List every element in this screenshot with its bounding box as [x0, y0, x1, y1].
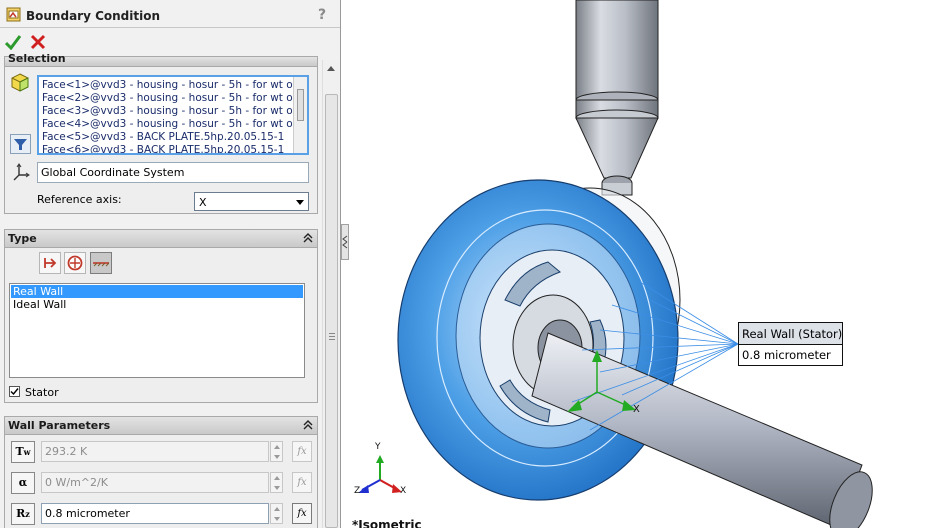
heat-transfer-coefficient-icon: α: [11, 472, 35, 494]
reference-axis-label: Reference axis:: [37, 193, 122, 206]
chevron-left-icon: [342, 235, 348, 249]
stator-checkbox[interactable]: [9, 386, 20, 397]
list-item-ideal-wall[interactable]: Ideal Wall: [13, 298, 66, 311]
collapse-icon[interactable]: [303, 420, 313, 430]
cancel-x-icon[interactable]: [30, 34, 46, 50]
list-item[interactable]: Face<3>@vvd3 - housing - hosur - 5h - fo…: [42, 105, 293, 118]
triad-x-label: X: [400, 486, 407, 496]
temperature-fx-button[interactable]: fx: [292, 441, 312, 462]
panel-collapse-handle[interactable]: [341, 224, 349, 260]
panel-title-bar: Boundary Condition ?: [0, 0, 340, 28]
list-item[interactable]: Face<2>@vvd3 - housing - hosur - 5h - fo…: [42, 92, 293, 105]
temperature-spinner[interactable]: [270, 441, 283, 462]
outlet-pipe: [575, 0, 659, 101]
filter-icon[interactable]: [10, 134, 31, 154]
graphics-viewport[interactable]: X Y X Z: [349, 0, 936, 528]
boundary-condition-callout[interactable]: Real Wall (Stator) 0.8 micrometer: [738, 322, 843, 366]
wall-temperature-field[interactable]: 293.2 K: [41, 441, 269, 462]
pipe-taper: [575, 117, 659, 179]
outlet-circle-icon: [67, 255, 83, 271]
type-group: Type Real Wall Ideal Wall Stator: [4, 229, 318, 403]
list-item[interactable]: Face<5>@vvd3 - BACK PLATE.5hp.20.05.15-1: [42, 131, 284, 144]
scrollbar-thumb[interactable]: [325, 94, 338, 528]
panel-scrollbar[interactable]: [322, 60, 339, 528]
triad-z-label: Z: [354, 486, 361, 496]
collapse-icon[interactable]: [303, 233, 313, 243]
coordinate-system-field[interactable]: Global Coordinate System: [37, 162, 309, 183]
roughness-spinner[interactable]: [270, 503, 283, 524]
reference-axis-select[interactable]: X: [194, 192, 309, 211]
triad-y-label: Y: [375, 442, 381, 452]
stator-label: Stator: [25, 386, 59, 399]
wall-temperature-icon: Tw: [11, 441, 35, 463]
wall-hatch-icon: [93, 262, 109, 267]
callout-value: 0.8 micrometer: [742, 348, 831, 362]
page-title: Boundary Condition: [26, 9, 161, 23]
heat-transfer-coefficient-field[interactable]: 0 W/m^2/K: [41, 472, 269, 493]
type-group-header[interactable]: Type: [5, 230, 317, 248]
list-item-real-wall[interactable]: Real Wall: [13, 285, 63, 298]
wall-type-button[interactable]: [39, 252, 61, 274]
roughness-fx-button[interactable]: fx: [292, 503, 312, 524]
selected-faces-list[interactable]: Face<1>@vvd3 - housing - hosur - 5h - fo…: [37, 75, 309, 155]
heat-transfer-spinner[interactable]: [270, 472, 283, 493]
wall-parameters-header[interactable]: Wall Parameters: [5, 417, 317, 435]
pump-model[interactable]: X: [349, 0, 936, 528]
selection-group: Selection Face<1>@vvd3 - housing - hosur…: [4, 52, 318, 214]
property-manager: Boundary Condition ? Selection Face<1>@v…: [0, 0, 341, 528]
view-orientation-name: *Isometric: [352, 518, 422, 528]
wall-parameters-group: Wall Parameters Tw 293.2 K fx α 0 W/m^2/…: [4, 416, 318, 528]
ok-checkmark-icon[interactable]: [5, 34, 21, 50]
help-icon[interactable]: ?: [318, 7, 326, 23]
chevron-down-icon: [296, 200, 304, 205]
inlet-arrow-icon: [44, 258, 57, 268]
face-selection-cube-icon: [11, 73, 29, 92]
list-item[interactable]: Face<4>@vvd3 - housing - hosur - 5h - fo…: [42, 118, 293, 131]
roughness-icon: Rz: [11, 503, 35, 525]
coordinate-system-icon: [13, 163, 30, 181]
callout-title: Real Wall (Stator): [739, 323, 842, 345]
scroll-up-icon[interactable]: [327, 66, 335, 71]
part-axis-x-label: X: [633, 404, 640, 415]
heat-transfer-fx-button[interactable]: fx: [292, 472, 312, 493]
wall-type-list[interactable]: Real Wall Ideal Wall: [9, 283, 305, 378]
roughness-field[interactable]: 0.8 micrometer: [41, 503, 269, 524]
faces-list-scrollbar[interactable]: [293, 77, 307, 153]
checkmark-icon: [10, 388, 19, 396]
boundary-condition-icon: [6, 7, 21, 22]
list-item[interactable]: Face<6>@vvd3 - BACK PLATE.5hp.20.05.15-1: [42, 144, 284, 153]
selection-group-header[interactable]: Selection: [5, 52, 317, 67]
wall-type-button-active[interactable]: [90, 252, 112, 274]
list-item[interactable]: Face<1>@vvd3 - housing - hosur - 5h - fo…: [42, 79, 293, 92]
view-orientation-triad: [358, 455, 402, 493]
opening-type-button[interactable]: [64, 252, 86, 274]
